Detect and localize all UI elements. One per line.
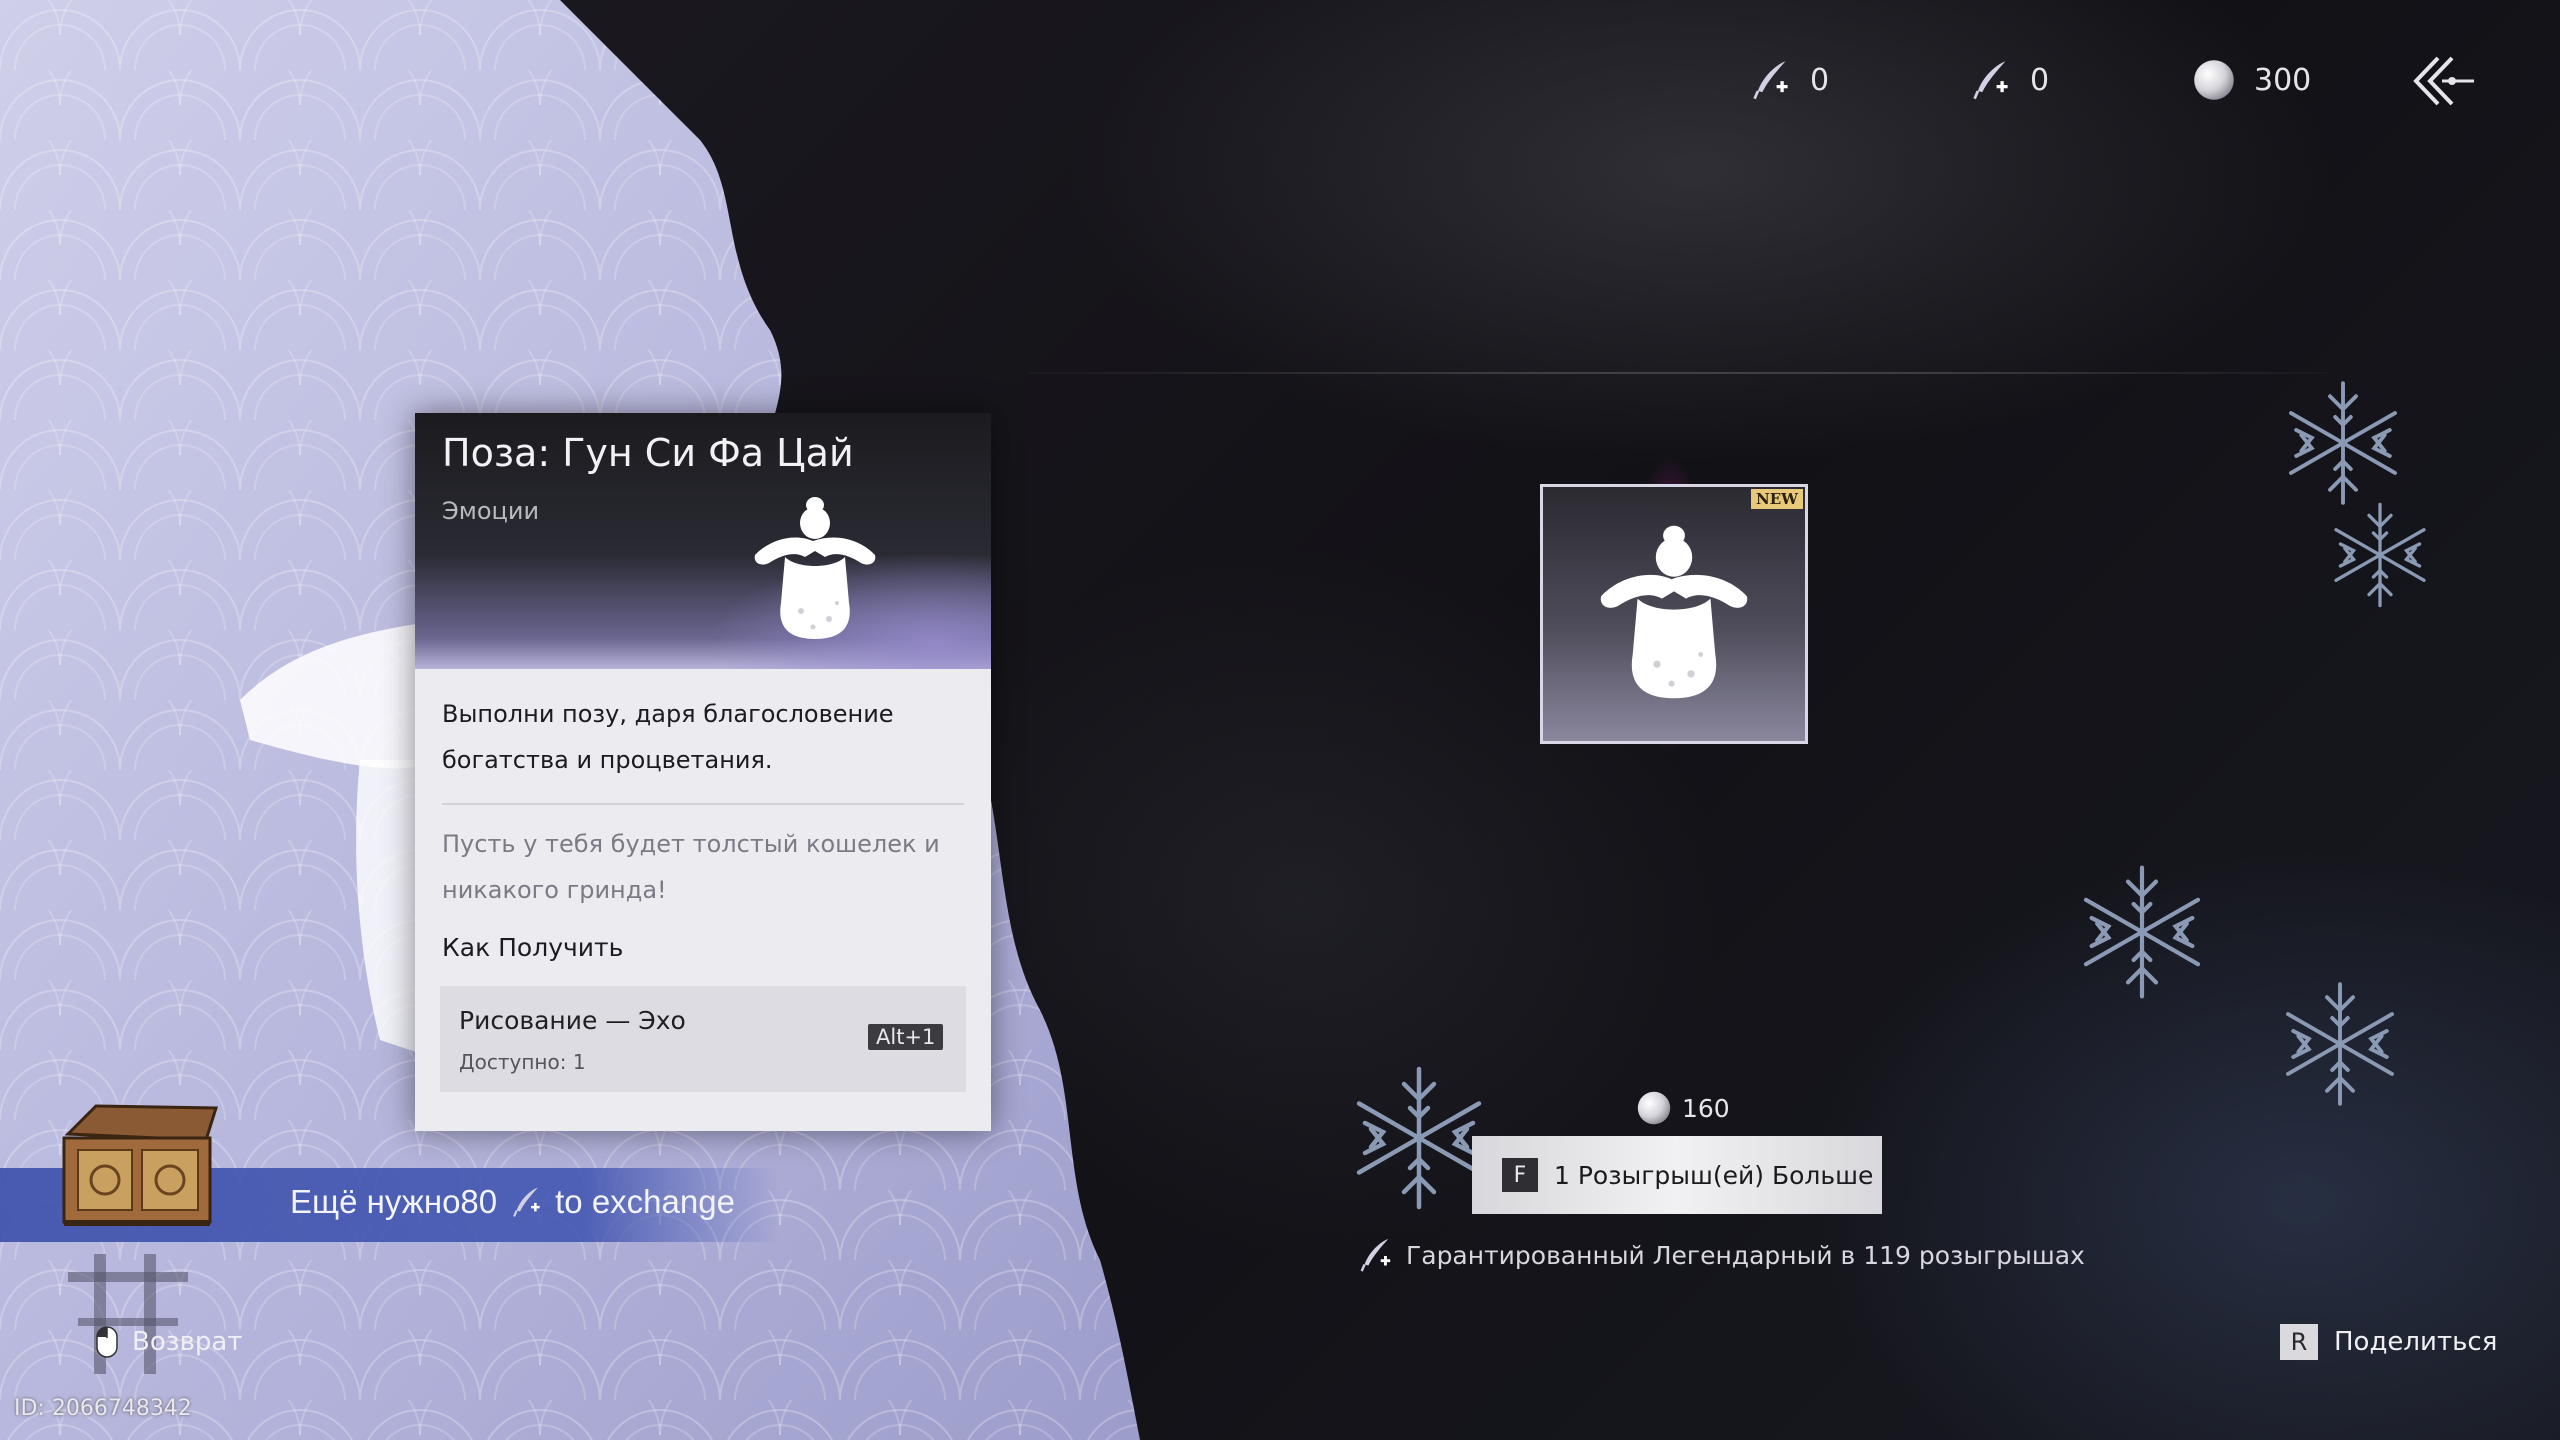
source-name: Рисование — Эхо: [459, 1006, 686, 1035]
section-divider: [1028, 372, 2328, 374]
draw-button-label: 1 Розыгрыш(ей) Больше: [1554, 1160, 1874, 1190]
item-description: Выполни позу, даря благословение богатст…: [442, 700, 894, 774]
pearl-icon: [1636, 1090, 1672, 1126]
double-chevron-left-icon[interactable]: [2408, 52, 2478, 110]
snowflake-icon: [2275, 974, 2405, 1114]
exchange-suffix: to exchange: [555, 1183, 735, 1220]
game-logo: [68, 1254, 188, 1374]
new-badge: NEW: [1751, 489, 1803, 509]
snowflake-icon: [2325, 500, 2435, 610]
guarantee-text: Гарантированный Легендарный в 119 розыгр…: [1406, 1240, 2085, 1270]
currency-pearl-value: 300: [2254, 62, 2312, 98]
back-hint[interactable]: Возврат: [96, 1326, 242, 1358]
pearl-icon: [2192, 58, 2236, 102]
currency-quill-blue-value: 0: [2030, 62, 2050, 98]
share-label: Поделиться: [2334, 1327, 2498, 1357]
currency-quill-blue: 0: [1968, 56, 2049, 104]
user-id: ID: 2066748342: [14, 1396, 192, 1421]
share-hotkey: R: [2280, 1324, 2318, 1360]
draw-hotkey: F: [1502, 1158, 1538, 1192]
featured-item-tile[interactable]: NEW: [1540, 484, 1808, 744]
card-header: Поза: Гун Си Фа Цай Эмоции: [415, 413, 991, 669]
item-flavor-text: Пусть у тебя будет толстый кошелек и ник…: [442, 830, 940, 904]
draw-cost: 160: [1636, 1088, 1730, 1128]
item-detail-card: Поза: Гун Си Фа Цай Эмоции Выполни позу,…: [415, 413, 991, 1131]
item-title: Поза: Гун Си Фа Цай: [442, 431, 854, 475]
source-hotkey: Alt+1: [868, 1024, 944, 1050]
pose-figure-icon: [1589, 517, 1759, 707]
currency-quill: 0: [1748, 56, 1829, 104]
card-separator: [442, 803, 964, 805]
snowflake-icon: [2072, 862, 2212, 1002]
currency-quill-value: 0: [1810, 62, 1830, 98]
currency-pearl: 300: [2192, 56, 2311, 104]
exchange-banner-text: Ещё нужно80 to exchange: [290, 1182, 735, 1222]
snowflake-icon: [2278, 378, 2408, 508]
quill-plus-blue-icon: [1968, 58, 2012, 102]
mouse-icon: [96, 1326, 118, 1358]
guarantee-info: Гарантированный Легендарный в 119 розыгр…: [1356, 1236, 2085, 1274]
quill-icon: [509, 1182, 543, 1222]
exchange-prefix: Ещё нужно80: [290, 1183, 498, 1220]
quill-plus-icon: [1748, 58, 1792, 102]
quill-icon: [1356, 1236, 1394, 1274]
pose-figure-icon: [745, 493, 885, 643]
source-available: Доступно: 1: [459, 1050, 586, 1074]
share-hint[interactable]: R Поделиться: [2280, 1324, 2497, 1360]
treasure-chest-icon[interactable]: [56, 1094, 226, 1234]
draw-button[interactable]: F 1 Розыгрыш(ей) Больше: [1472, 1136, 1882, 1214]
how-to-get-label: Как Получить: [442, 933, 624, 962]
draw-cost-value: 160: [1682, 1093, 1730, 1123]
source-entry[interactable]: Рисование — Эхо Доступно: 1 Alt+1: [440, 986, 966, 1092]
item-category: Эмоции: [442, 497, 540, 525]
back-label: Возврат: [132, 1327, 243, 1357]
